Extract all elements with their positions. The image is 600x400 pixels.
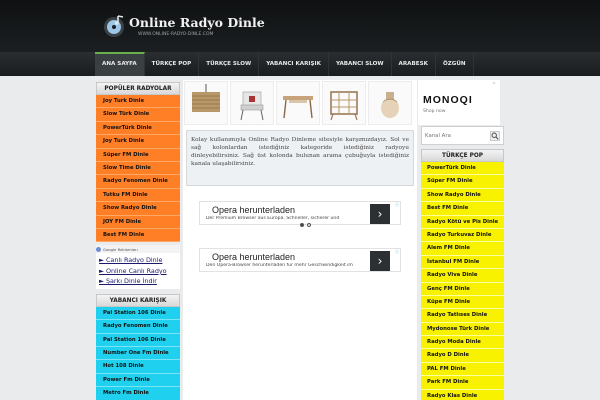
brand-name[interactable]: MONOQI [423,94,473,106]
vase-image [381,92,399,118]
station-link[interactable]: Show Radyo Dinle [96,202,180,216]
nav-item[interactable]: YABANCI KARIŞIK [259,52,329,76]
station-link[interactable]: Radyo Viva Dinle [421,269,504,283]
site-header: Online Radyo Dinle WWW.ONLINE-RADYO-DINL… [0,0,600,55]
chevron-right-icon[interactable]: › [370,204,390,224]
station-link[interactable]: Slow Time Dinle [96,161,180,176]
nav-item[interactable]: ÖZGÜN [436,52,474,76]
foreign-mix-title: YABANCI KARIŞIK [96,293,180,307]
product-thumb-table[interactable] [276,81,320,125]
google-ads-label: Google Reklamları [96,245,180,254]
ad-info-icon[interactable]: ▷ [493,81,496,85]
search-button[interactable] [490,131,500,141]
pager-dot-active[interactable] [300,223,304,227]
station-link[interactable]: Süper FM Dinle [96,148,180,162]
product-ad-strip [184,81,416,125]
station-link[interactable]: Radyo Klas Dinle [421,389,504,400]
opera-ad-1[interactable]: ⓘ Opera herunterladen Der Premium Browse… [199,201,401,227]
station-link[interactable]: PAL FM Dinle [421,362,504,377]
station-link[interactable]: Genç FM Dinle [421,282,504,296]
nav-items: ANA SAYFA TÜRKÇE POP TÜRKÇE SLOW YABANCI KA… [95,52,474,76]
ad-title: Opera herunterladen [212,205,296,215]
popular-stations-list: Joy Turk Dinle Slow Türk Dinle PowerTürk D… [96,95,180,243]
station-link[interactable]: Best FM Dinle [96,228,180,243]
station-link[interactable]: Radyo Moda Dinle [421,336,504,350]
product-thumb-vase[interactable] [368,81,412,125]
station-link[interactable]: Slow Türk Dinle [96,108,180,122]
left-sidebar: POPÜLER RADYOLAR Joy Turk Dinle Slow Türk… [96,82,180,400]
ad-title: Opera herunterladen [212,252,296,262]
ad-link[interactable]: ► Canlı Radyo Dinle [99,255,177,266]
station-link[interactable]: Küpe FM Dinle [421,295,504,310]
nav-item[interactable]: ANA SAYFA [95,52,145,76]
station-link[interactable]: PowerTürk Dinle [96,121,180,136]
product-thumb-chair[interactable] [230,81,274,125]
foreign-mix-list: Pal Station 106 Dinle Radyo Fenomen Dinle… [96,306,180,400]
product-thumb-rack[interactable] [322,81,366,125]
pager-dot[interactable] [307,223,311,227]
station-link[interactable]: Radyo Turkuvaz Dinle [421,228,504,243]
channel-search [421,126,504,145]
brand-shop-link[interactable]: Shop now [423,109,446,114]
ad-text: Den Opera-Browser herunterladen für mehr… [206,263,353,268]
station-link[interactable]: Tutku FM Dinle [96,188,180,203]
rack-image [330,91,358,121]
station-link[interactable]: Power Fm Dinle [96,373,180,388]
station-link[interactable]: PowerTürk Dinle [421,162,504,176]
station-link[interactable]: Best FM Dinle [421,202,504,216]
intro-text: Kolay kullanımıyla Online Radyo Dinleme … [186,130,414,186]
search-input[interactable] [425,130,489,141]
station-link[interactable]: İstanbul FM Dinle [421,255,504,270]
station-link[interactable]: Radyo Fenomen Dinle [96,320,180,334]
nav-item[interactable]: YABANCI SLOW [329,52,392,76]
station-link[interactable]: Radyo D Dinle [421,349,504,363]
product-thumb-lamp[interactable] [184,81,228,125]
site-title[interactable]: Online Radyo Dinle [129,15,265,30]
nav-item[interactable]: ARABESK [392,52,436,76]
turkish-pop-list: PowerTürk Dinle Süper FM Dinle Show Radyo … [421,162,504,400]
lamp-image [192,84,220,112]
search-icon [491,132,499,140]
station-link[interactable]: Show Radyo Dinle [421,188,504,203]
ad-links: ► Canlı Radyo Dinle ► Online Canlı Radyo ►… [96,253,180,289]
ad-link[interactable]: ► Şarkı Dinle İndir [99,276,177,287]
turkish-pop-title: TÜRKÇE POP [421,149,504,162]
ad-info-icon[interactable]: ⓘ [395,202,399,208]
info-icon [96,246,101,252]
table-image [283,96,313,119]
station-link[interactable]: Hot 108 Dinle [96,360,180,374]
ad-pager [300,223,311,227]
station-link[interactable]: Radyo Fenomen Dinle [96,175,180,189]
ad-text: Der Premium Browser aus Europa. Schnelle… [206,216,340,221]
right-sidebar: TÜRKÇE POP PowerTürk DinleSüper FM Dinle… [421,126,504,400]
station-link[interactable]: Süper FM Dinle [421,175,504,189]
station-link[interactable]: JOY FM Dinle [96,215,180,229]
ad-link[interactable]: ► Online Canlı Radyo [99,266,177,277]
station-link[interactable]: Number One Fm Dinle [96,346,180,361]
ad-info-icon[interactable]: ⓘ [395,249,399,255]
site-subtitle: WWW.ONLINE-RADYO-DINLE.COM [138,32,214,37]
google-ads-text: Google Reklamları [103,246,138,252]
station-link[interactable]: Radyo Tatlıses Dinle [421,309,504,323]
station-link[interactable]: Joy Turk Dinle [96,95,180,109]
chair-image [240,91,264,121]
main-content: Kolay kullanımıyla Online Radyo Dinleme … [183,80,417,400]
station-link[interactable]: Pal Station 106 Dinle [96,333,180,347]
station-link[interactable]: Park FM Dinle [421,376,504,390]
station-link[interactable]: Mydonose Türk Dinle [421,322,504,337]
nav-item[interactable]: TÜRKÇE POP [145,52,200,76]
nav-item[interactable]: TÜRKÇE SLOW [199,52,260,76]
popular-stations-title: POPÜLER RADYOLAR [96,82,180,95]
station-link[interactable]: Pal Station 106 Dinle [96,306,180,321]
station-link[interactable]: Metro Fm Dinle [96,387,180,400]
main-nav: ANA SAYFA TÜRKÇE POP TÜRKÇE SLOW YABANCI KA… [0,52,600,76]
station-link[interactable]: Alem FM Dinle [421,242,504,256]
cd-note-icon [104,15,124,37]
opera-ad-2[interactable]: ⓘ Opera herunterladen Den Opera-Browser … [199,248,401,272]
station-link[interactable]: Joy Turk Dinle [96,135,180,149]
chevron-right-icon[interactable]: › [370,251,390,271]
station-link[interactable]: Radyo Kötü ve Pis Dinle [421,215,504,229]
